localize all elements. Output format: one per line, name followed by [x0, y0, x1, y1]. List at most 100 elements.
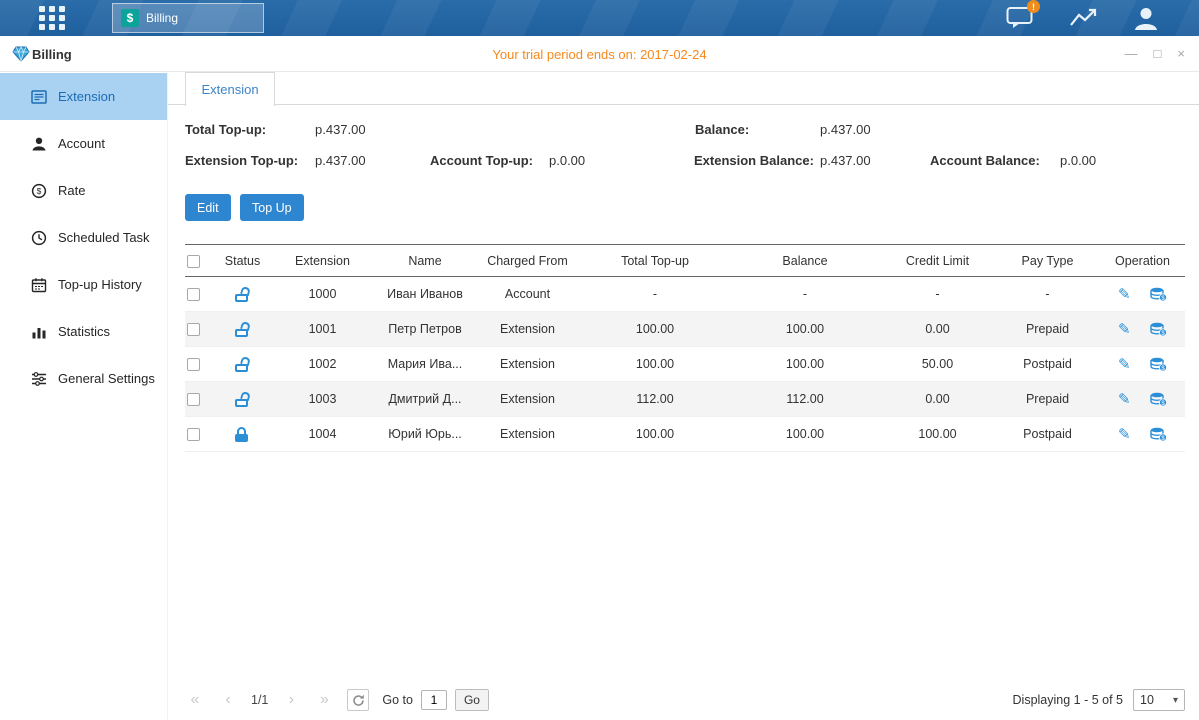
col-charged-from: Charged From	[475, 245, 580, 277]
topup-icon[interactable]: $	[1150, 427, 1167, 442]
cell-balance: 100.00	[730, 347, 880, 382]
taskbar-tab-billing[interactable]: $ Billing	[112, 3, 264, 33]
cell-balance: 100.00	[730, 417, 880, 452]
top-app-bar: $ Billing !	[0, 0, 1199, 36]
topup-icon[interactable]: $	[1150, 357, 1167, 372]
taskbar-tab-label: Billing	[146, 11, 178, 25]
topup-icon[interactable]: $	[1150, 287, 1167, 302]
cell-pay-type: Postpaid	[995, 347, 1100, 382]
edit-button[interactable]: Edit	[185, 194, 231, 221]
row-checkbox[interactable]	[187, 288, 200, 301]
sidebar-item-label: Statistics	[58, 324, 110, 339]
user-icon[interactable]	[1133, 6, 1159, 31]
edit-icon[interactable]: ✎	[1118, 285, 1131, 303]
account-topup-label: Account Top-up:	[430, 153, 533, 168]
edit-icon[interactable]: ✎	[1118, 425, 1131, 443]
lock-status-icon[interactable]	[235, 322, 251, 337]
sidebar-item-rate[interactable]: $ Rate	[0, 167, 167, 214]
topup-icon[interactable]: $	[1150, 392, 1167, 407]
row-checkbox[interactable]	[187, 393, 200, 406]
page-size-value: 10	[1140, 693, 1154, 707]
first-page-button[interactable]: «	[185, 690, 205, 710]
sidebar-item-account[interactable]: Account	[0, 120, 167, 167]
cell-pay-type: Postpaid	[995, 417, 1100, 452]
balance-value: p.437.00	[820, 122, 871, 137]
col-name: Name	[375, 245, 475, 277]
col-pay-type: Pay Type	[995, 245, 1100, 277]
edit-icon[interactable]: ✎	[1118, 355, 1131, 373]
goto-page-input[interactable]	[421, 690, 447, 710]
col-status: Status	[215, 245, 270, 277]
cell-charged-from: Extension	[475, 382, 580, 417]
notification-badge: !	[1027, 0, 1040, 13]
sidebar-item-extension[interactable]: Extension	[0, 73, 167, 120]
extension-balance-value: p.437.00	[820, 153, 871, 168]
lock-status-icon[interactable]	[235, 427, 251, 442]
cell-name: Мария Ива...	[375, 347, 475, 382]
apps-grid-icon[interactable]	[38, 5, 66, 31]
sliders-icon	[31, 371, 47, 387]
minimize-button[interactable]: —	[1125, 46, 1138, 61]
table-row: 1002 Мария Ива... Extension 100.00 100.0…	[185, 347, 1185, 382]
extension-balance-label: Extension Balance:	[694, 153, 814, 168]
trial-notice: Your trial period ends on: 2017-02-24	[0, 47, 1199, 62]
tab-extension[interactable]: Extension	[185, 72, 275, 106]
select-all-checkbox[interactable]	[187, 255, 200, 268]
close-button[interactable]: ×	[1177, 46, 1185, 61]
topup-icon[interactable]: $	[1150, 322, 1167, 337]
cell-name: Дмитрий Д...	[375, 382, 475, 417]
col-credit-limit: Credit Limit	[880, 245, 995, 277]
cell-extension: 1004	[270, 417, 375, 452]
last-page-button[interactable]: »	[314, 690, 334, 710]
sidebar-item-statistics[interactable]: Statistics	[0, 308, 167, 355]
cell-credit-limit: 0.00	[880, 312, 995, 347]
sidebar-item-label: Top-up History	[58, 277, 142, 292]
page-size-select[interactable]: 10 ▾	[1133, 689, 1185, 711]
edit-icon[interactable]: ✎	[1118, 390, 1131, 408]
col-balance: Balance	[730, 245, 880, 277]
cell-total-topup: 100.00	[580, 312, 730, 347]
bar-chart-icon	[31, 324, 47, 340]
extension-icon	[31, 89, 47, 105]
extension-table: Status Extension Name Charged From Total…	[185, 244, 1185, 452]
main-panel: Extension Total Top-up: p.437.00 Balance…	[168, 72, 1199, 720]
lock-status-icon[interactable]	[235, 287, 251, 302]
cell-balance: 100.00	[730, 312, 880, 347]
chart-icon[interactable]	[1069, 7, 1097, 29]
svg-text:$: $	[37, 186, 42, 196]
edit-icon[interactable]: ✎	[1118, 320, 1131, 338]
refresh-icon	[352, 694, 365, 707]
tab-bar: Extension	[168, 72, 1199, 105]
account-icon	[31, 136, 47, 152]
cell-extension: 1003	[270, 382, 375, 417]
go-button[interactable]: Go	[455, 689, 489, 711]
sidebar-item-topup-history[interactable]: Top-up History	[0, 261, 167, 308]
topup-button[interactable]: Top Up	[240, 194, 304, 221]
clock-icon	[31, 230, 47, 246]
lock-status-icon[interactable]	[235, 392, 251, 407]
cell-pay-type: Prepaid	[995, 382, 1100, 417]
cell-extension: 1001	[270, 312, 375, 347]
messages-icon[interactable]: !	[1006, 6, 1033, 30]
account-topup-value: p.0.00	[549, 153, 585, 168]
sidebar-item-scheduled-task[interactable]: Scheduled Task	[0, 214, 167, 261]
col-extension: Extension	[270, 245, 375, 277]
cell-extension: 1002	[270, 347, 375, 382]
cell-pay-type: Prepaid	[995, 312, 1100, 347]
row-checkbox[interactable]	[187, 428, 200, 441]
cell-total-topup: 100.00	[580, 417, 730, 452]
lock-status-icon[interactable]	[235, 357, 251, 372]
sidebar-item-general-settings[interactable]: General Settings	[0, 355, 167, 402]
row-checkbox[interactable]	[187, 358, 200, 371]
extension-topup-label: Extension Top-up:	[185, 153, 298, 168]
cell-balance: 112.00	[730, 382, 880, 417]
row-checkbox[interactable]	[187, 323, 200, 336]
next-page-button[interactable]: ›	[281, 690, 301, 710]
maximize-button[interactable]: □	[1154, 46, 1162, 61]
sidebar: Extension Account $ Rate Scheduled Task …	[0, 73, 168, 720]
cell-charged-from: Extension	[475, 312, 580, 347]
cell-name: Петр Петров	[375, 312, 475, 347]
cell-charged-from: Account	[475, 277, 580, 312]
refresh-button[interactable]	[347, 689, 369, 711]
prev-page-button[interactable]: ‹	[218, 690, 238, 710]
